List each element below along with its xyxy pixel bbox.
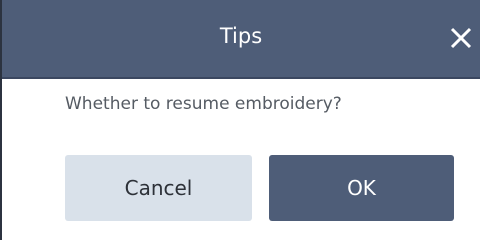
dialog-message: Whether to resume embroidery?: [65, 94, 342, 114]
dialog-header: Tips: [2, 0, 480, 79]
dialog-title: Tips: [219, 24, 263, 48]
close-icon: [450, 27, 472, 49]
resume-embroidery-dialog: Tips Whether to resume embroidery? Cance…: [0, 0, 480, 240]
ok-button[interactable]: OK: [269, 155, 454, 221]
close-button[interactable]: [446, 23, 476, 53]
cancel-button[interactable]: Cancel: [65, 155, 252, 221]
